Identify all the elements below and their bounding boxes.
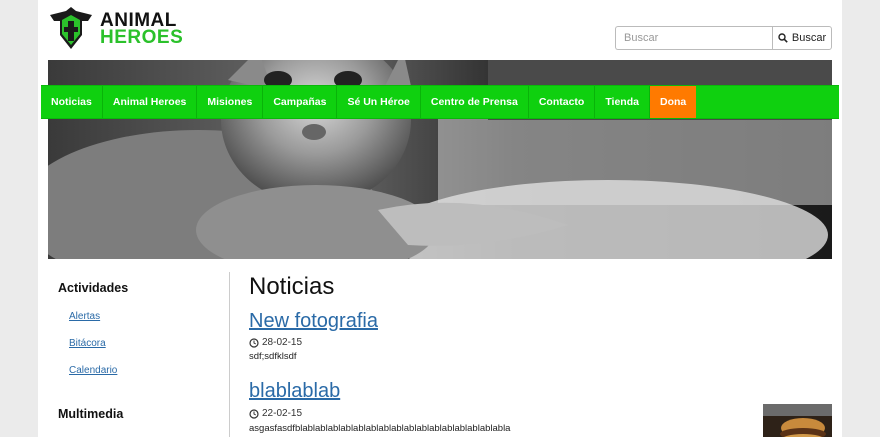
post-excerpt: asgasfasdfblablablablablablablablablabla… (249, 423, 511, 434)
nav-item-centro-de-prensa[interactable]: Centro de Prensa (421, 86, 529, 118)
search-icon (778, 33, 788, 43)
sidebar-link-alertas[interactable]: Alertas (69, 311, 100, 322)
site-logo[interactable]: ANIMAL HEROES (48, 7, 188, 51)
post-thumbnail-image[interactable] (763, 404, 832, 437)
nav-item-contacto[interactable]: Contacto (529, 86, 596, 118)
nav-item-animal-heroes[interactable]: Animal Heroes (103, 86, 198, 118)
sidebar-link-calendario[interactable]: Calendario (69, 365, 117, 376)
sidebar-link-bitacora[interactable]: Bitácora (69, 338, 106, 349)
news-section: Noticias New fotografia 28-02-15 sdf;sdf… (249, 272, 832, 437)
post-title-link[interactable]: New fotografia (249, 310, 378, 333)
post-date: 28-02-15 (249, 337, 302, 348)
clock-icon (249, 337, 259, 348)
post-excerpt: sdf;sdfklsdf (249, 351, 297, 362)
nav-item-misiones[interactable]: Misiones (197, 86, 264, 118)
page-container: ANIMAL HEROES Buscar Buscar Noticias Ani… (38, 0, 842, 437)
post-title-link[interactable]: blablablab (249, 380, 340, 403)
sidebar-heading-actividades: Actividades (58, 281, 129, 295)
nav-item-campanas[interactable]: Campañas (263, 86, 338, 118)
logo-wordmark: ANIMAL HEROES (100, 11, 184, 48)
sidebar-heading-multimedia: Multimedia (58, 407, 124, 421)
main-nav: Noticias Animal Heroes Misiones Campañas… (41, 85, 839, 119)
post-date-text: 22-02-15 (262, 408, 303, 419)
search-input[interactable] (615, 26, 772, 50)
sidebar: Actividades Alertas Bitácora Calendario … (48, 272, 230, 437)
hero-shield-logo-icon (50, 7, 92, 49)
post-date: 22-02-15 (249, 408, 302, 419)
nav-item-dona[interactable]: Dona (649, 86, 697, 118)
page-title: Noticias (249, 273, 335, 300)
clock-icon (249, 408, 259, 419)
logo-line-2: HEROES (100, 27, 184, 48)
nav-item-tienda[interactable]: Tienda (595, 86, 650, 118)
search-button[interactable]: Buscar (772, 26, 832, 50)
search-form: Buscar (615, 26, 832, 50)
post-date-text: 28-02-15 (262, 337, 303, 348)
nav-item-noticias[interactable]: Noticias (41, 86, 103, 118)
search-button-label: Buscar (791, 32, 827, 44)
nav-item-se-un-heroe[interactable]: Sé Un Héroe (337, 86, 421, 118)
